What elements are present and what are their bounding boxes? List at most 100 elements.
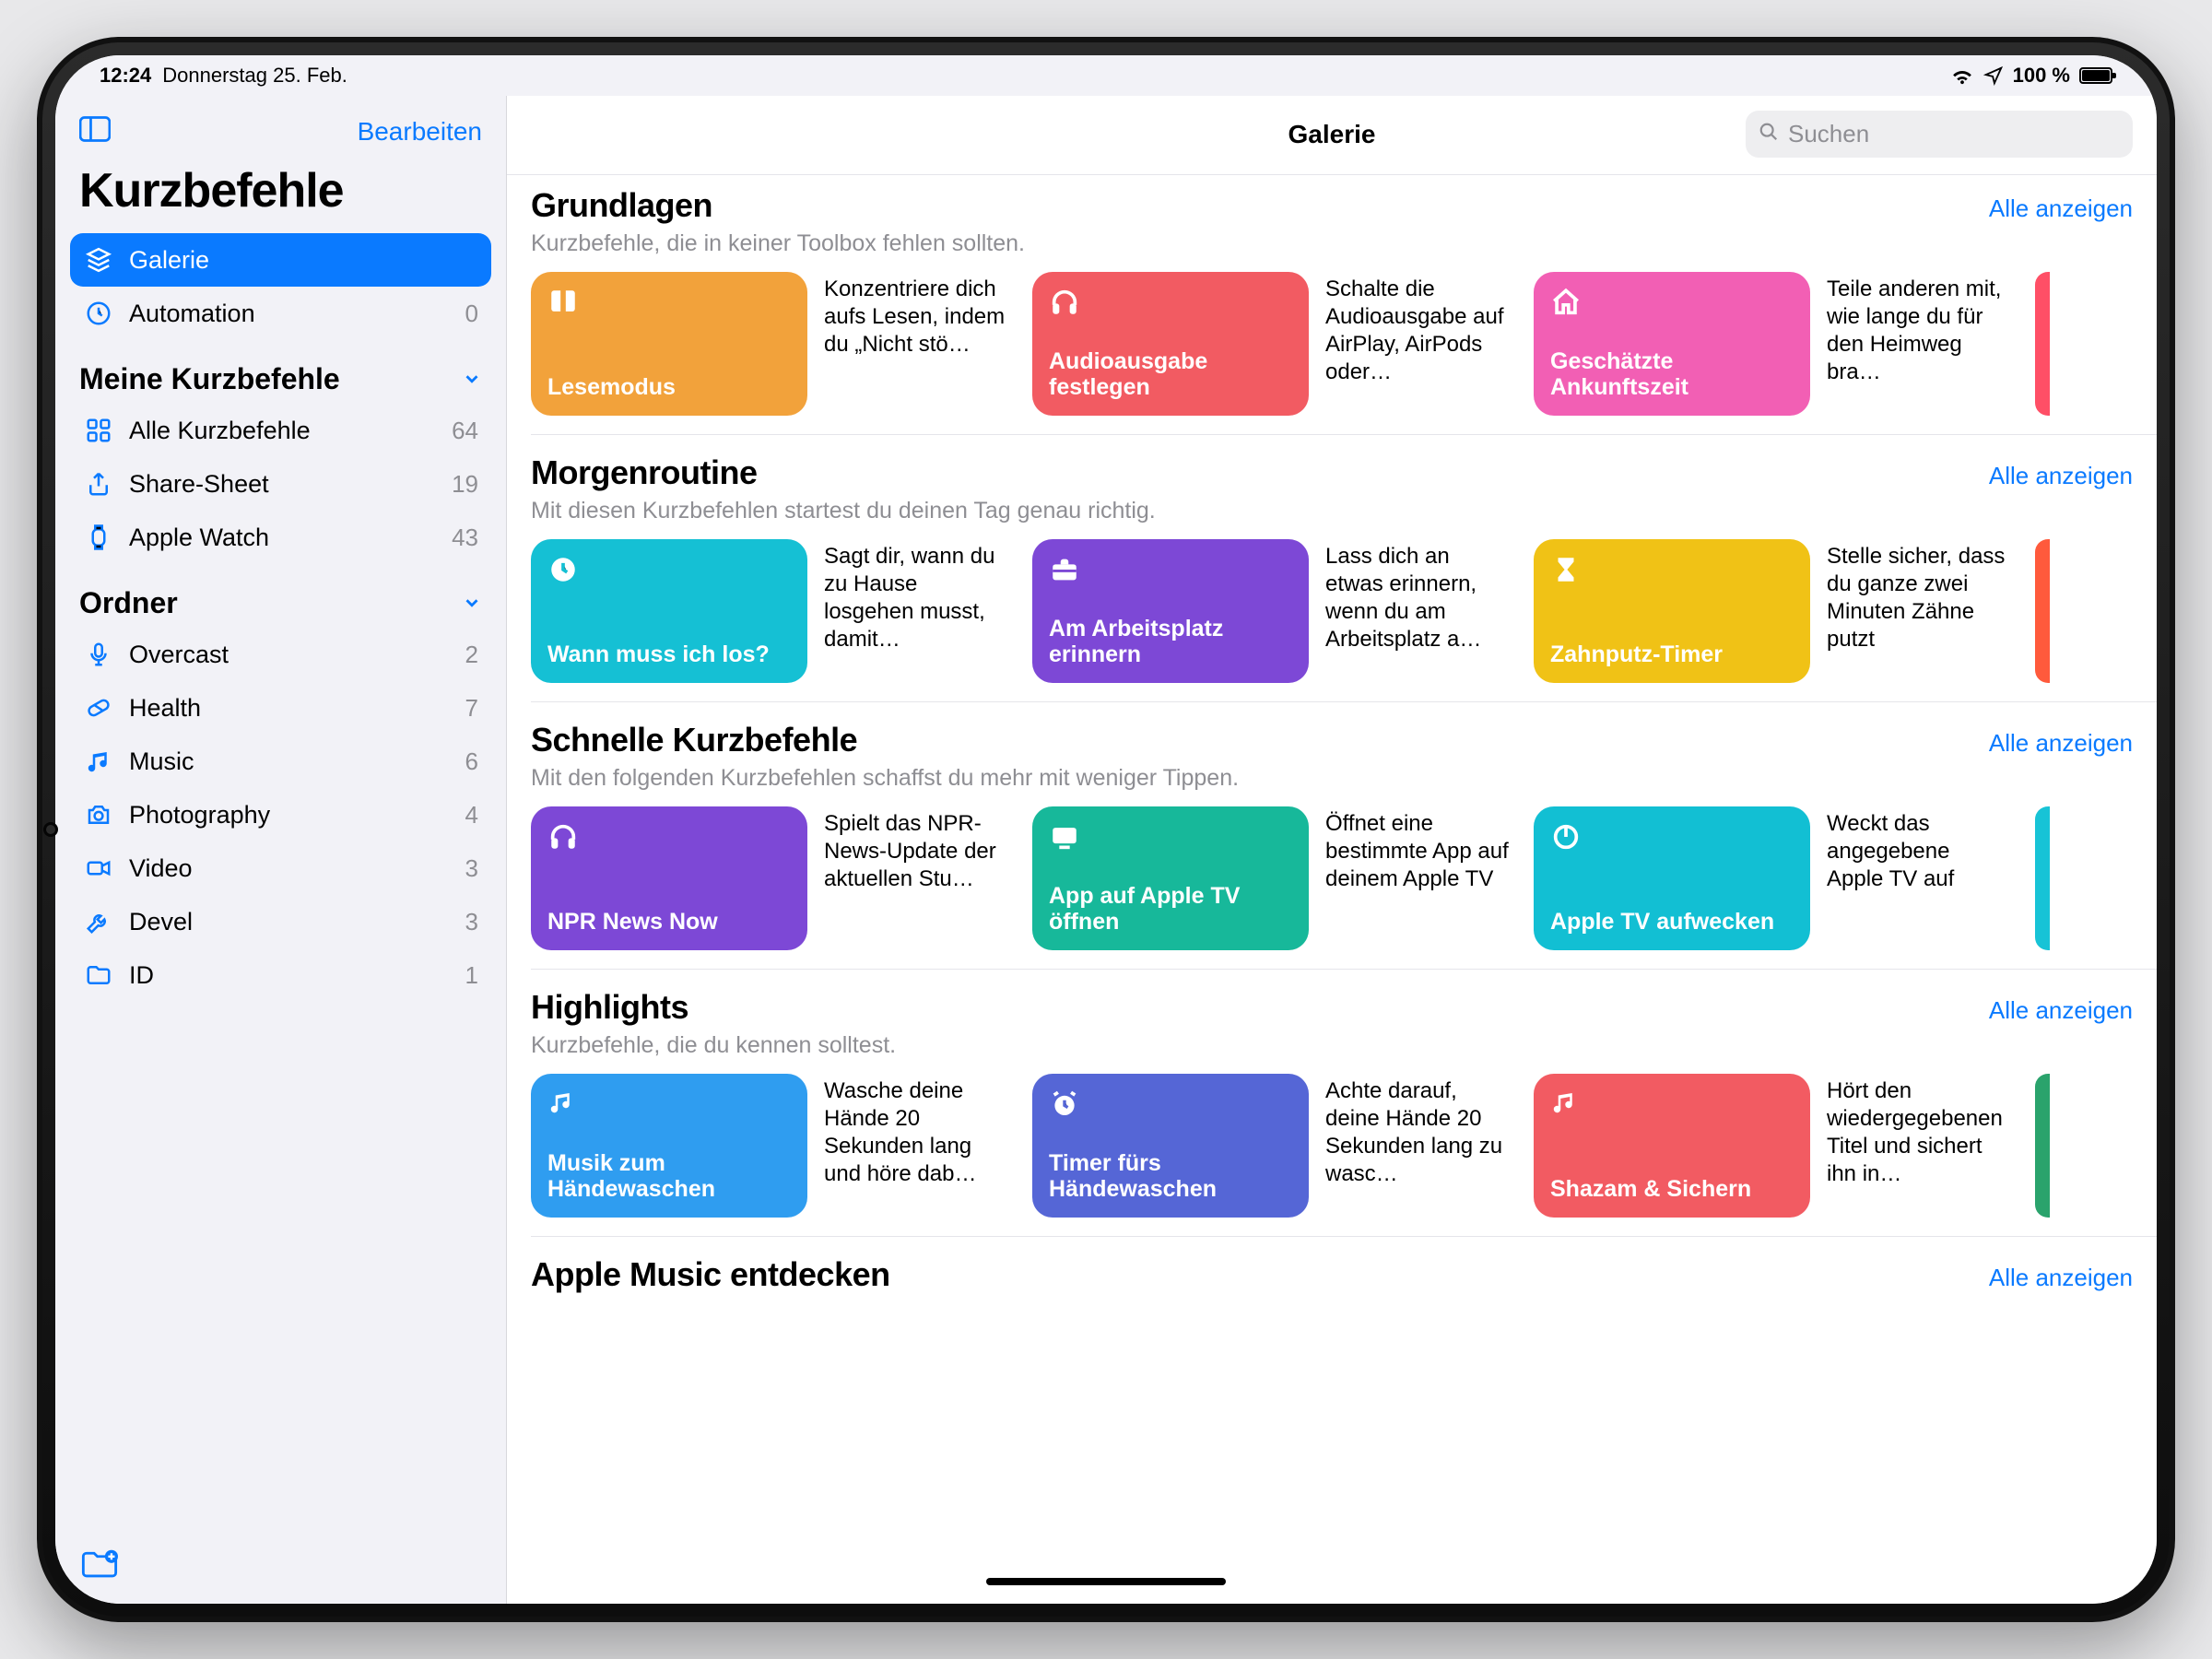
shortcut-tile: Zahnputz-Timer: [1534, 539, 1810, 683]
shortcut-description: Stelle sicher, dass du ganze zwei Minute…: [1827, 539, 2011, 653]
clock-solid-icon: [547, 554, 581, 587]
shortcut-card[interactable]: Zahnputz-Timer Stelle sicher, dass du ga…: [1534, 539, 2013, 683]
status-time: 12:24: [100, 64, 151, 88]
sidebar-item-devel[interactable]: Devel3: [70, 895, 491, 948]
shortcut-card[interactable]: Audioausgabe festlegen Schalte die Audio…: [1032, 272, 1512, 416]
sidebar-section-title: Ordner: [79, 586, 178, 620]
edit-button[interactable]: Bearbeiten: [358, 117, 482, 147]
shortcut-card[interactable]: Geschätzte Ankunftszeit Teile anderen mi…: [1534, 272, 2013, 416]
sidebar-item-health[interactable]: Health7: [70, 681, 491, 735]
watch-icon: [83, 522, 114, 553]
section-title: Apple Music entdecken: [531, 1255, 890, 1294]
sidebar-section-header[interactable]: Meine Kurzbefehle: [55, 340, 506, 404]
status-bar: 12:24 Donnerstag 25. Feb. 100 %: [55, 55, 2157, 96]
peek-card[interactable]: [2035, 806, 2050, 950]
sidebar-item-galerie[interactable]: Galerie: [70, 233, 491, 287]
ipad-frame: 12:24 Donnerstag 25. Feb. 100 %: [37, 37, 2175, 1622]
sidebar-item-apple-watch[interactable]: Apple Watch 43: [70, 511, 491, 564]
sidebar-item-automation[interactable]: Automation0: [70, 287, 491, 340]
sidebar-item-label: ID: [129, 961, 154, 990]
show-all-button[interactable]: Alle anzeigen: [1989, 194, 2133, 223]
sidebar-item-share-sheet[interactable]: Share-Sheet19: [70, 457, 491, 511]
new-folder-icon[interactable]: [81, 1567, 118, 1583]
sidebar-item-overcast[interactable]: Overcast2: [70, 628, 491, 681]
gallery-section: GrundlagenAlle anzeigenKurzbefehle, die …: [531, 181, 2157, 416]
headphones-icon: [1049, 287, 1082, 320]
search-icon: [1759, 120, 1779, 148]
sidebar-item-count: 3: [465, 908, 478, 936]
shortcut-title: Zahnputz-Timer: [1550, 641, 1794, 668]
search-input[interactable]: Suchen: [1746, 111, 2133, 158]
shortcut-card[interactable]: Am Arbeitsplatz erinnern Lass dich an et…: [1032, 539, 1512, 683]
shortcut-title: Geschätzte Ankunftszeit: [1550, 348, 1794, 402]
sidebar-item-label: Automation: [129, 300, 255, 328]
shortcut-title: NPR News Now: [547, 909, 791, 935]
shortcut-title: Timer fürs Händewaschen: [1049, 1150, 1292, 1204]
pill-icon: [83, 692, 114, 724]
show-all-button[interactable]: Alle anzeigen: [1989, 996, 2133, 1025]
shortcut-tile: Wann muss ich los?: [531, 539, 807, 683]
wrench-icon: [83, 906, 114, 937]
home-indicator[interactable]: [986, 1578, 1226, 1585]
main-toolbar: Galerie Suchen: [507, 96, 2157, 175]
sidebar-item-count: 6: [465, 747, 478, 776]
sidebar-item-label: Photography: [129, 801, 270, 830]
status-date: Donnerstag 25. Feb.: [162, 64, 347, 88]
sidebar-section-header[interactable]: Ordner: [55, 564, 506, 628]
sidebar-item-label: Apple Watch: [129, 524, 269, 552]
briefcase-icon: [1049, 554, 1082, 587]
shortcut-tile: Geschätzte Ankunftszeit: [1534, 272, 1810, 416]
shortcut-card[interactable]: NPR News Now Spielt das NPR-News-Update …: [531, 806, 1010, 950]
shortcut-description: Lass dich an etwas erinnern, wenn du am …: [1325, 539, 1510, 653]
toggle-sidebar-icon[interactable]: [76, 112, 114, 150]
alarm-icon: [1049, 1088, 1082, 1122]
shortcut-description: Konzentriere dich aufs Lesen, indem du „…: [824, 272, 1008, 359]
show-all-button[interactable]: Alle anzeigen: [1989, 1264, 2133, 1292]
music-icon: [1550, 1088, 1583, 1122]
shortcut-card[interactable]: Lesemodus Konzentriere dich aufs Lesen, …: [531, 272, 1010, 416]
sidebar-item-count: 43: [452, 524, 478, 552]
cards-row[interactable]: Lesemodus Konzentriere dich aufs Lesen, …: [531, 272, 2133, 416]
peek-card[interactable]: [2035, 272, 2050, 416]
wifi-icon: [1950, 66, 1974, 85]
shortcut-card[interactable]: App auf Apple TV öffnen Öffnet eine best…: [1032, 806, 1512, 950]
show-all-button[interactable]: Alle anzeigen: [1989, 729, 2133, 758]
page-title: Galerie: [936, 120, 1727, 149]
peek-card[interactable]: [2035, 1074, 2050, 1218]
shortcut-card[interactable]: Apple TV aufwecken Weckt das angegebene …: [1534, 806, 2013, 950]
shortcut-title: Musik zum Händewaschen: [547, 1150, 791, 1204]
power-icon: [1550, 821, 1583, 854]
shortcut-title: Shazam & Sichern: [1550, 1176, 1794, 1203]
sidebar-item-music[interactable]: Music6: [70, 735, 491, 788]
show-all-button[interactable]: Alle anzeigen: [1989, 462, 2133, 490]
sidebar-item-alle-kurzbefehle[interactable]: Alle Kurzbefehle64: [70, 404, 491, 457]
shortcut-card[interactable]: Timer fürs Händewaschen Achte darauf, de…: [1032, 1074, 1512, 1218]
cards-row[interactable]: Wann muss ich los? Sagt dir, wann du zu …: [531, 539, 2133, 683]
sidebar-item-label: Alle Kurzbefehle: [129, 417, 311, 445]
sidebar-item-label: Overcast: [129, 641, 229, 669]
sidebar-item-id[interactable]: ID1: [70, 948, 491, 1002]
shortcut-card[interactable]: Musik zum Händewaschen Wasche deine Händ…: [531, 1074, 1010, 1218]
sidebar-item-label: Share-Sheet: [129, 470, 269, 499]
peek-card[interactable]: [2035, 539, 2050, 683]
shortcut-description: Weckt das angegebene Apple TV auf: [1827, 806, 2011, 893]
shortcut-tile: Am Arbeitsplatz erinnern: [1032, 539, 1309, 683]
shortcut-card[interactable]: Wann muss ich los? Sagt dir, wann du zu …: [531, 539, 1010, 683]
shortcut-tile: Musik zum Händewaschen: [531, 1074, 807, 1218]
sidebar: Bearbeiten Kurzbefehle GalerieAutomation…: [55, 96, 507, 1604]
video-icon: [83, 853, 114, 884]
location-icon: [1983, 65, 2004, 86]
cards-row[interactable]: NPR News Now Spielt das NPR-News-Update …: [531, 806, 2133, 950]
music-icon: [547, 1088, 581, 1122]
shortcut-tile: App auf Apple TV öffnen: [1032, 806, 1309, 950]
cards-row[interactable]: Musik zum Händewaschen Wasche deine Händ…: [531, 1074, 2133, 1218]
shortcut-tile: Apple TV aufwecken: [1534, 806, 1810, 950]
shortcut-description: Schalte die Audioausgabe auf AirPlay, Ai…: [1325, 272, 1510, 386]
chevron-down-icon: [462, 586, 482, 620]
sidebar-item-photography[interactable]: Photography4: [70, 788, 491, 841]
shortcut-card[interactable]: Shazam & Sichern Hört den wiedergegebene…: [1534, 1074, 2013, 1218]
tv-icon: [1049, 821, 1082, 854]
sidebar-item-video[interactable]: Video3: [70, 841, 491, 895]
chevron-down-icon: [462, 362, 482, 396]
book-icon: [547, 287, 581, 320]
